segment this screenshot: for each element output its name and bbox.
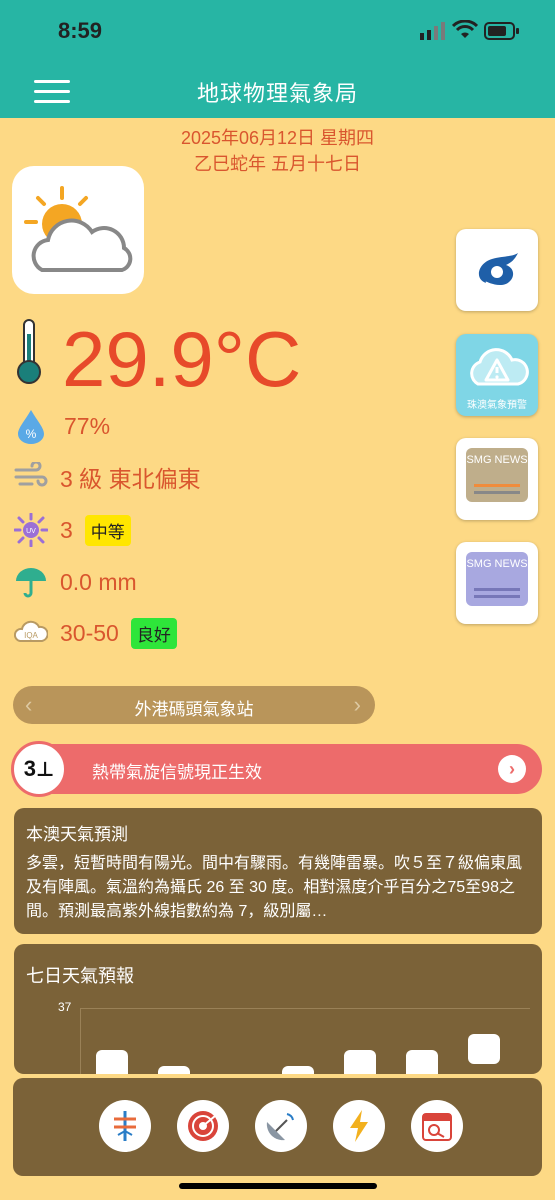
chart-gridline [80, 1008, 530, 1009]
svg-text:UV: UV [26, 528, 36, 535]
uv-level-badge: 中等 [84, 514, 131, 546]
day-weather-icon [468, 1034, 500, 1064]
chevron-right-icon[interactable]: › [354, 692, 361, 718]
forecast-title: 本澳天氣預測 [26, 825, 128, 844]
humidity-drop-icon: % [18, 410, 44, 444]
wind-vane-icon [114, 1111, 136, 1141]
lightning-icon [350, 1110, 368, 1142]
forecast-text: 多雲，短暫時間有陽光。間中有驟雨。有幾陣雷暴。吹５至７級偏東風及有陣風。氣溫約為… [26, 855, 523, 920]
news-label-2: SMG NEWS [466, 558, 528, 570]
cloud-warning-icon [470, 348, 529, 386]
day-weather-icon [96, 1050, 128, 1074]
day-weather-icon [406, 1050, 438, 1074]
chevron-right-icon[interactable]: › [498, 755, 526, 783]
satellite-button[interactable] [255, 1100, 307, 1152]
radar-icon [188, 1111, 218, 1141]
weather-station-button[interactable] [99, 1100, 151, 1152]
wind-icon [14, 462, 48, 487]
thermometer-icon [17, 319, 41, 384]
uv-row: UV 3 中等 [14, 513, 131, 547]
seven-day-forecast-card[interactable]: 七日天氣預報 37 [14, 944, 542, 1074]
clock: 8:59 [58, 18, 103, 43]
wind-value: 3 級 東北偏東 [60, 466, 201, 492]
news-bubble-icon: SMG NEWS [466, 552, 528, 606]
wifi-icon [452, 20, 478, 38]
alert-text: 熱帶氣旋信號現正生效 [92, 763, 262, 782]
rainfall-value: 0.0 mm [60, 568, 137, 595]
weather-condition-icon [12, 166, 144, 294]
typhoon-icon [478, 253, 518, 285]
aqi-row: IQA 30-50 良好 [14, 617, 177, 649]
humidity-row: % 77% [14, 408, 110, 444]
aqi-level-badge: 良好 [130, 617, 177, 649]
gregorian-date: 2025年06月12日 星期四 [180, 128, 375, 148]
lightning-button[interactable] [333, 1100, 385, 1152]
uv-value: 3 [60, 516, 73, 543]
typhoon-button[interactable] [456, 229, 538, 311]
smg-news-button-2[interactable]: SMG NEWS [456, 542, 538, 624]
day-weather-icon [158, 1066, 190, 1074]
typhoon-alert-banner[interactable]: 3 ⊥ 熱帶氣旋信號現正生效 › [11, 741, 542, 797]
rainfall-row: 0.0 mm [14, 565, 137, 599]
status-bar: 8:59 [0, 0, 555, 64]
umbrella-icon [16, 568, 46, 598]
seven-day-title: 七日天氣預報 [26, 966, 134, 986]
warning-button-label: 珠澳氣象預警 [467, 400, 527, 411]
forecast-card[interactable]: 本澳天氣預測 多雲，短暫時間有陽光。間中有驟雨。有幾陣雷暴。吹５至７級偏東風及有… [14, 808, 542, 934]
station-selector: ‹ 外港碼頭氣象站 › [13, 686, 375, 724]
satellite-dish-icon [266, 1113, 294, 1141]
current-temperature: 29.9°C [62, 315, 302, 403]
day-weather-icon [344, 1050, 376, 1074]
humidity-value: 77% [64, 412, 111, 439]
calendar-icon [422, 1113, 452, 1141]
svg-text:%: % [26, 427, 37, 441]
news-bubble-icon: SMG NEWS [466, 448, 528, 502]
y-axis-max-label: 37 [58, 1000, 72, 1014]
app-header: 地球物理氣象局 [0, 64, 555, 118]
cellular-signal-icon [420, 22, 445, 40]
radar-button[interactable] [177, 1100, 229, 1152]
typhoon-signal-badge: 3 ⊥ [11, 741, 67, 797]
signal-number: 3 [23, 756, 36, 781]
smg-news-button-1[interactable]: SMG NEWS [456, 438, 538, 520]
svg-text:IQA: IQA [24, 631, 38, 640]
station-name: 外港碼頭氣象站 [134, 700, 254, 719]
uv-sun-icon: UV [14, 513, 48, 547]
chart-axis [80, 1008, 81, 1074]
home-indicator[interactable] [179, 1183, 377, 1189]
day-weather-icon [282, 1066, 314, 1074]
battery-icon [484, 22, 519, 40]
calendar-button[interactable] [411, 1100, 463, 1152]
air-quality-icon: IQA [14, 620, 48, 642]
page-title: 地球物理氣象局 [196, 81, 358, 106]
wind-row: 3 級 東北偏東 [14, 460, 201, 494]
regional-warning-button[interactable]: 珠澳氣象預警 [456, 334, 538, 416]
aqi-value: 30-50 [60, 619, 119, 646]
bottom-toolbar [13, 1078, 542, 1176]
news-label-1: SMG NEWS [466, 454, 528, 466]
